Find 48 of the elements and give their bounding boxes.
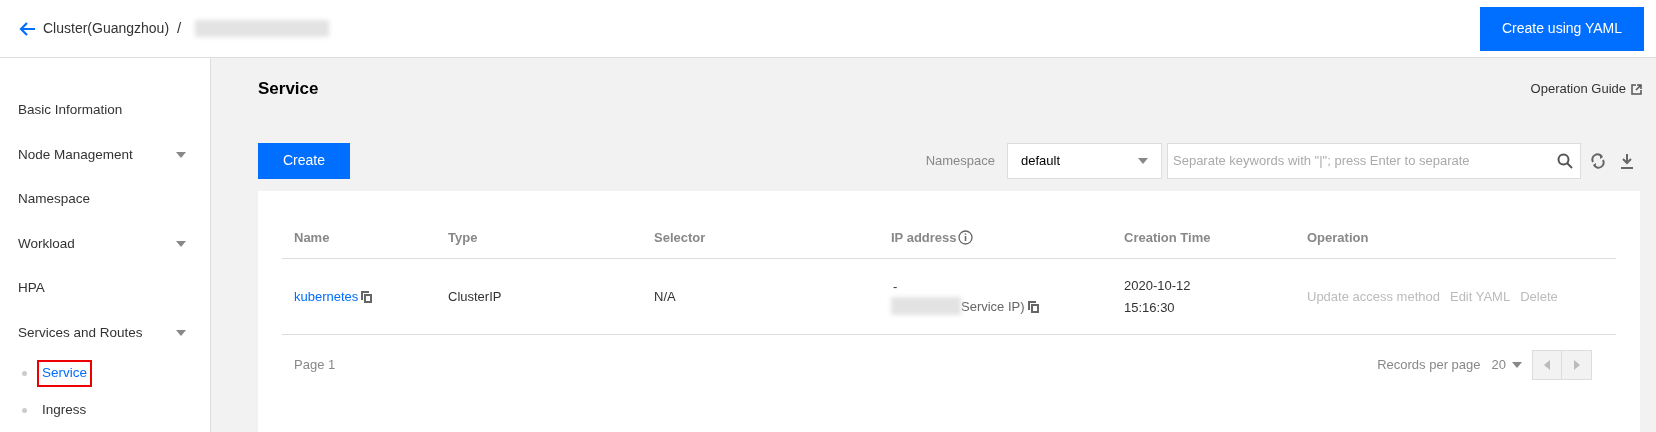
info-icon[interactable]	[957, 230, 973, 245]
table-cell-text: Service IP)	[961, 297, 1025, 316]
download-icon[interactable]	[1620, 152, 1634, 169]
bullet-icon	[22, 371, 27, 376]
records-per-page-label: Records per page	[1377, 356, 1481, 375]
create-using-yaml-button[interactable]: Create using YAML	[1480, 6, 1644, 51]
page-title: Service	[258, 78, 319, 101]
sidebar-item[interactable]: HPA	[0, 266, 210, 311]
page-size-dropdown[interactable]: 20	[1491, 355, 1522, 375]
refresh-icon[interactable]	[1590, 152, 1606, 169]
table-cell: N/A	[654, 288, 676, 304]
sidebar-item[interactable]: Services and Routes	[0, 310, 210, 355]
operation-guide-link[interactable]: Operation Guide	[1530, 79, 1642, 99]
create-button[interactable]: Create	[258, 142, 350, 179]
service-name-link[interactable]: kubernetes	[294, 288, 359, 304]
caret-icon	[1512, 362, 1522, 368]
column-header: Selector	[654, 228, 706, 247]
column-header: Creation Time	[1124, 228, 1211, 247]
sidebar-item[interactable]: Basic Information	[0, 88, 210, 133]
left-triangle-icon	[1544, 360, 1550, 370]
column-header: IP address	[891, 228, 957, 247]
table-cell-text: 15:16:30	[1124, 299, 1176, 317]
sidebar-item[interactable]: Namespace	[0, 177, 210, 222]
table-cell-text: 2020-10-12	[1124, 276, 1192, 295]
caret-icon	[1138, 157, 1148, 164]
sidebar-subitem[interactable]: Ingress	[37, 397, 92, 424]
back-arrow-icon[interactable]	[18, 20, 36, 37]
table-cell-text: -	[893, 278, 899, 296]
page-indicator: Page 1	[294, 356, 336, 375]
copy-icon[interactable]	[1026, 299, 1040, 313]
column-header: Name	[294, 228, 330, 247]
sidebar-subitem[interactable]: Service	[37, 360, 92, 387]
bullet-icon	[22, 408, 27, 413]
copy-icon[interactable]	[360, 289, 374, 303]
column-header: Operation	[1307, 228, 1369, 247]
sidebar-item[interactable]: Node Management	[0, 132, 210, 177]
right-triangle-icon	[1573, 360, 1580, 370]
breadcrumb-link[interactable]: Cluster(Guangzhou)	[43, 18, 170, 39]
column-header: Type	[448, 228, 478, 247]
namespace-dropdown[interactable]: default	[1007, 142, 1162, 179]
namespace-label: Namespace	[925, 151, 995, 170]
blurred-text	[891, 297, 961, 316]
external-link-icon	[1631, 83, 1642, 95]
search-field[interactable]: Separate keywords with "|"; press Enter to separate	[1167, 142, 1581, 179]
breadcrumb-separator: /	[177, 18, 182, 39]
table-cell: ClusterIP	[448, 288, 502, 304]
search-icon[interactable]	[1557, 152, 1573, 169]
sidebar-item[interactable]: Workload	[0, 221, 210, 266]
